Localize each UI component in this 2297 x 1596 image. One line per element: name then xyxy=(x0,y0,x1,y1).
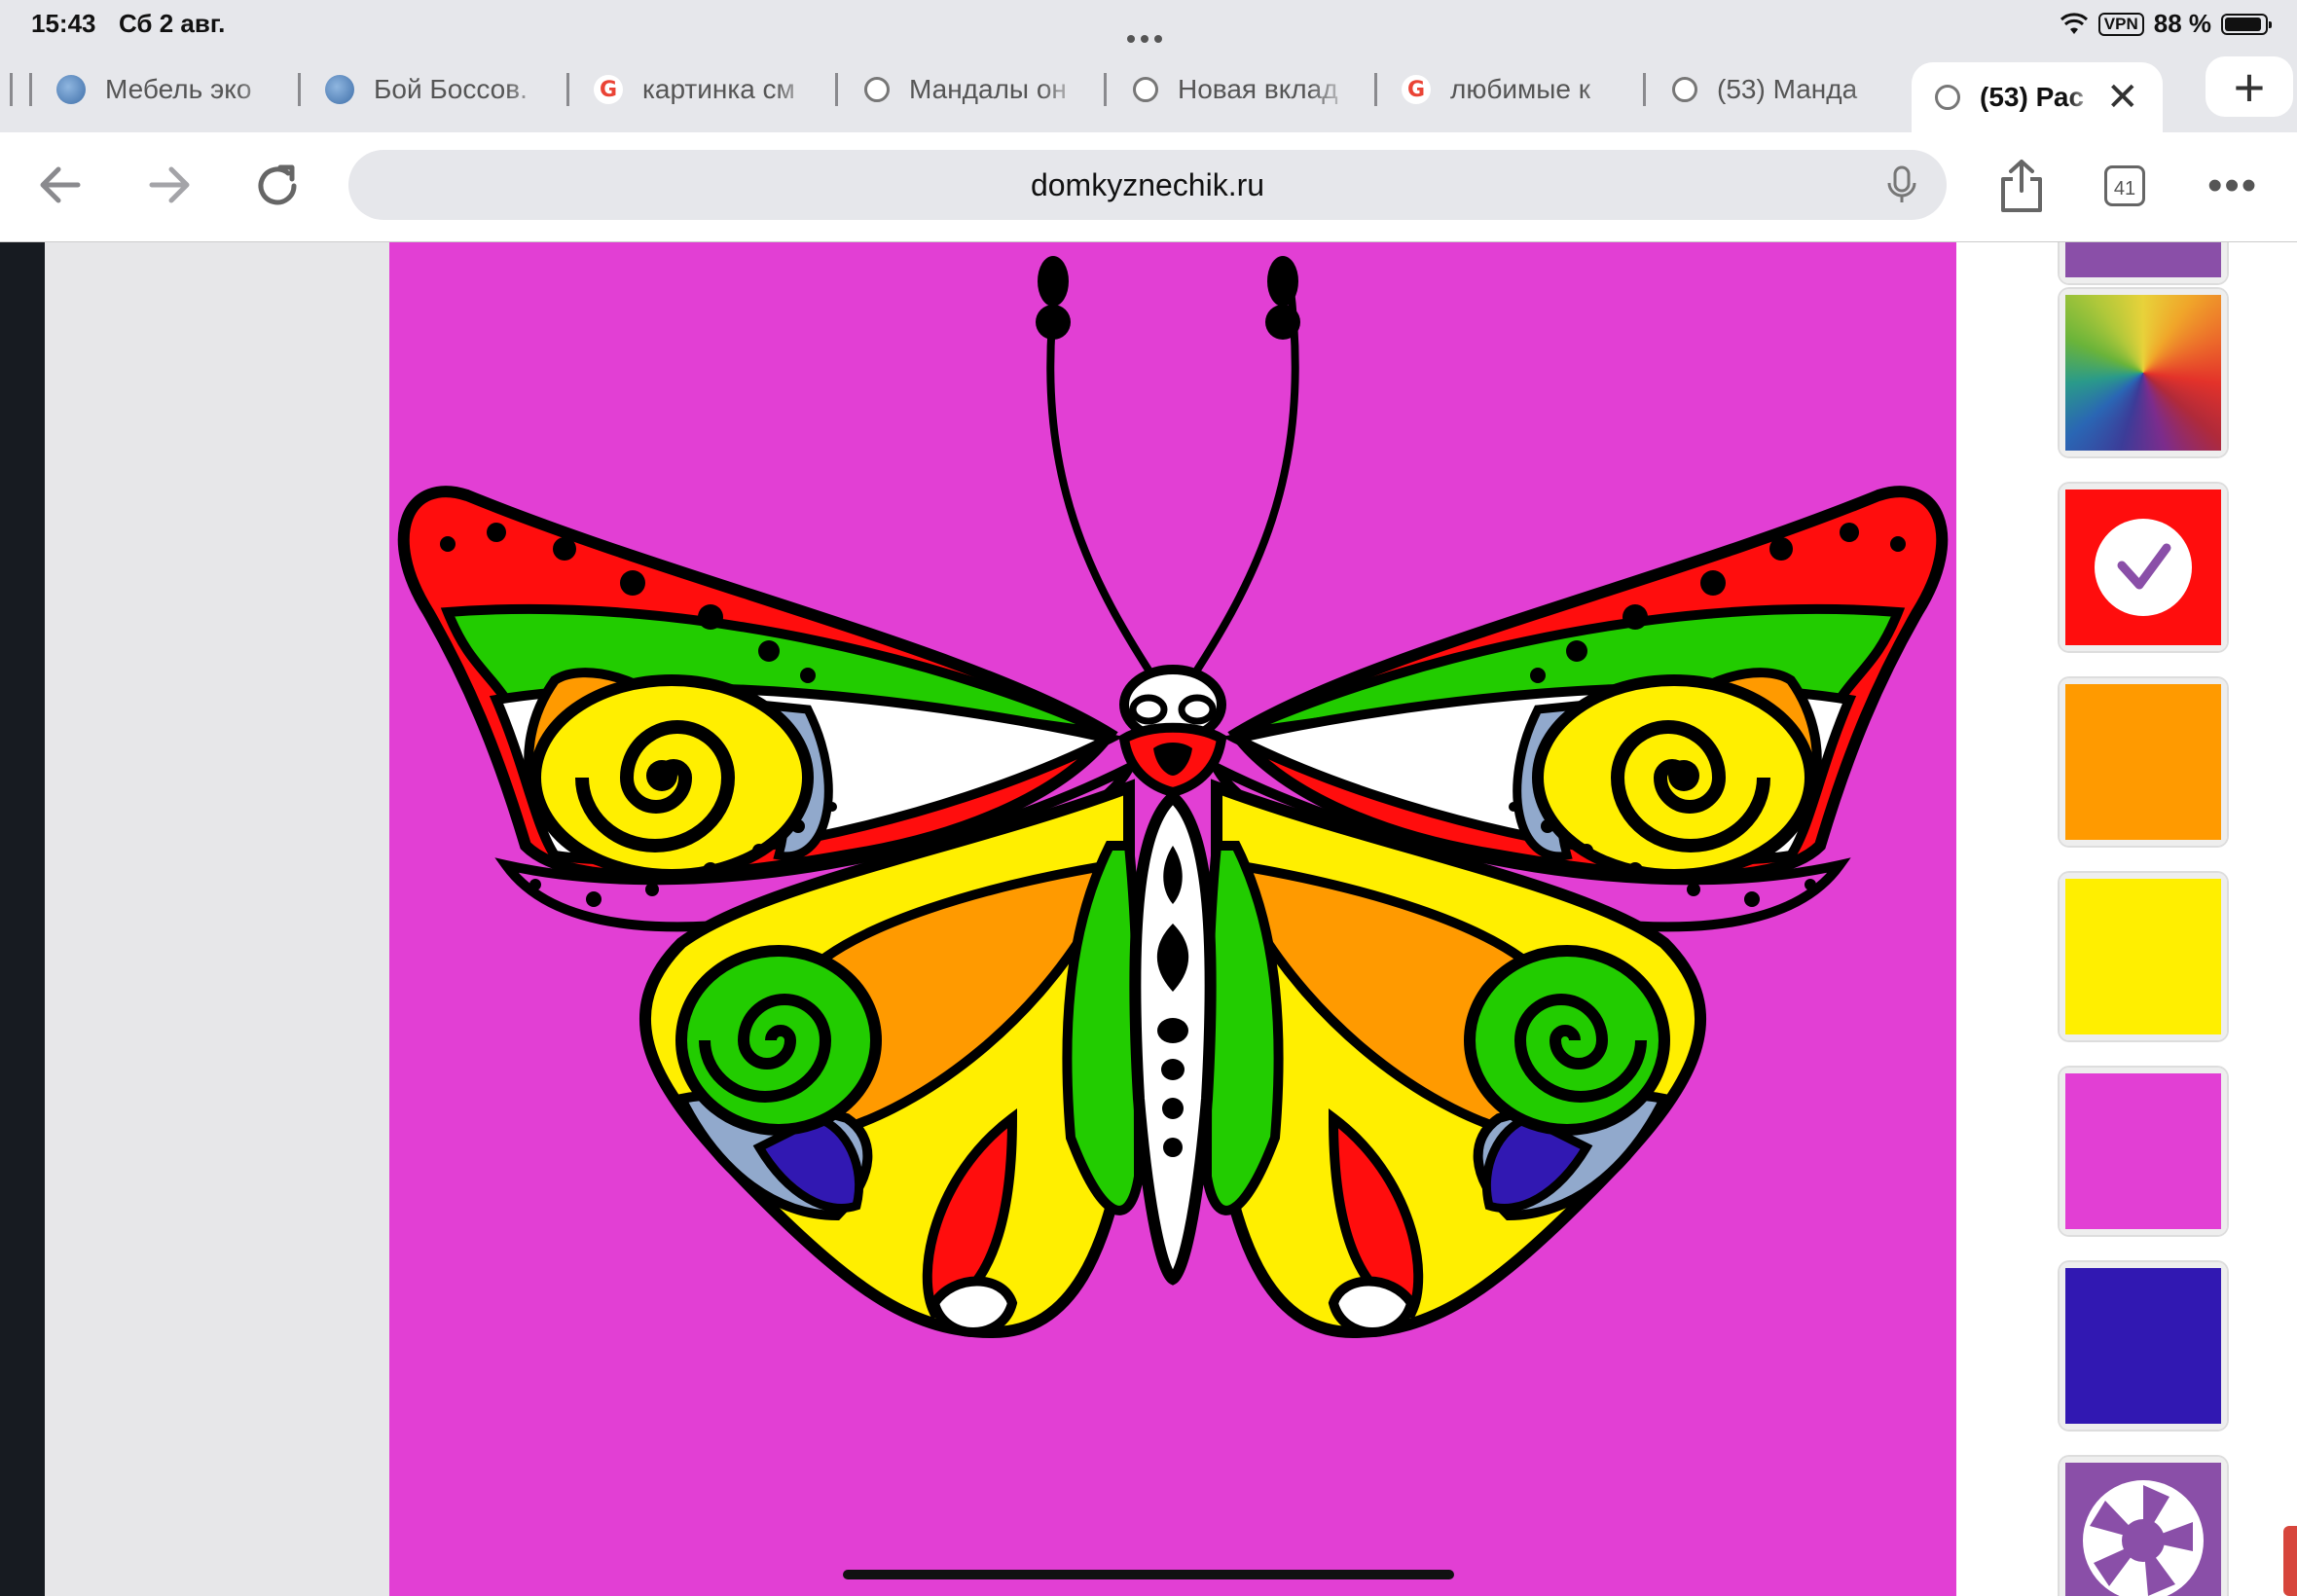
microphone-icon[interactable] xyxy=(1880,163,1923,206)
tab-separator xyxy=(1104,73,1107,106)
swatch-magenta[interactable] xyxy=(2060,1068,2227,1235)
edge-icon xyxy=(56,75,86,104)
color-palette xyxy=(1956,242,2297,1596)
battery-icon xyxy=(2221,13,2272,35)
color-wheel-swatch[interactable] xyxy=(2060,289,2227,456)
tab-1[interactable]: Бой Боссов. xyxy=(325,62,549,117)
edge-icon xyxy=(325,75,354,104)
tab-5[interactable]: G любимые к xyxy=(1402,62,1625,117)
globe-icon xyxy=(1935,85,1960,110)
page-content xyxy=(0,242,2297,1596)
home-indicator[interactable] xyxy=(843,1570,1454,1579)
tab-separator xyxy=(29,73,32,106)
swatch-red-selected[interactable] xyxy=(2060,484,2227,651)
tab-separator xyxy=(1374,73,1377,106)
back-button[interactable] xyxy=(35,160,86,219)
arrow-left-icon xyxy=(40,166,81,203)
left-margin xyxy=(45,242,389,1596)
aperture-icon xyxy=(2083,1480,2204,1596)
tab-count-button[interactable]: 41 xyxy=(2104,165,2145,206)
vpn-badge: VPN xyxy=(2097,12,2144,36)
url-text: domkyznechik.ru xyxy=(1030,167,1265,202)
status-bar: 15:43 Сб 2 авг. VPN 88 % xyxy=(0,0,2297,49)
tab-4[interactable]: Новая вклад xyxy=(1133,62,1353,117)
tab-title: любимые к xyxy=(1450,74,1590,104)
new-tab-button[interactable]: + xyxy=(2206,55,2293,118)
address-bar[interactable]: domkyznechik.ru xyxy=(348,150,1947,220)
butterfly-drawing[interactable] xyxy=(389,242,1956,1596)
tab-title: Мандалы он xyxy=(909,74,1067,104)
globe-icon xyxy=(1133,77,1158,102)
coloring-canvas[interactable] xyxy=(389,242,1956,1596)
wifi-icon xyxy=(2060,12,2088,34)
tab-title: Мебель эко xyxy=(105,74,252,104)
multitasking-dots[interactable] xyxy=(1124,19,1165,50)
swatch-orange[interactable] xyxy=(2060,678,2227,846)
forward-button[interactable] xyxy=(144,160,195,219)
plus-icon: + xyxy=(2233,55,2266,118)
close-tab-icon[interactable]: ✕ xyxy=(2106,75,2139,120)
battery-percent: 88 % xyxy=(2153,9,2211,38)
globe-icon xyxy=(864,77,890,102)
share-icon[interactable] xyxy=(1997,158,2046,214)
reload-icon xyxy=(258,164,297,205)
tab-strip: Мебель эко Бой Боссов. G картинка см Ман… xyxy=(0,49,2297,132)
tab-0[interactable]: Мебель эко xyxy=(56,62,280,117)
tab-active[interactable]: (53) Рас ✕ xyxy=(1912,62,2163,132)
globe-icon xyxy=(1672,77,1697,102)
tab-6[interactable]: (53) Манда xyxy=(1672,62,1892,117)
tab-2[interactable]: G картинка см xyxy=(594,62,818,117)
google-icon: G xyxy=(594,75,623,104)
tab-title: (53) Манда xyxy=(1717,74,1858,104)
google-icon: G xyxy=(1402,75,1431,104)
swatch-yellow[interactable] xyxy=(2060,873,2227,1040)
reload-button[interactable] xyxy=(251,160,304,221)
tab-separator xyxy=(298,73,301,106)
swatch-purple-partial[interactable] xyxy=(2060,242,2227,283)
side-tab-edge[interactable] xyxy=(2283,1526,2297,1596)
save-image-button[interactable] xyxy=(2060,1457,2227,1596)
tab-separator xyxy=(566,73,569,106)
arrow-right-icon xyxy=(149,166,190,203)
tab-3[interactable]: Мандалы он xyxy=(864,62,1084,117)
tab-separator xyxy=(835,73,838,106)
tab-title: картинка см xyxy=(642,74,795,104)
tab-separator xyxy=(1643,73,1646,106)
tab-separator xyxy=(10,73,13,106)
swatch-blue[interactable] xyxy=(2060,1262,2227,1430)
browser-toolbar: domkyznechik.ru 41 ••• xyxy=(0,132,2297,242)
color-wheel-icon xyxy=(2065,295,2221,451)
check-icon xyxy=(2095,519,2192,616)
tab-title: (53) Рас xyxy=(1980,82,2085,112)
status-date: Сб 2 авг. xyxy=(119,9,226,38)
tab-title: Бой Боссов. xyxy=(374,74,528,104)
tab-title: Новая вклад xyxy=(1178,74,1338,104)
more-menu-icon[interactable]: ••• xyxy=(2207,162,2258,210)
status-time: 15:43 xyxy=(31,9,96,38)
